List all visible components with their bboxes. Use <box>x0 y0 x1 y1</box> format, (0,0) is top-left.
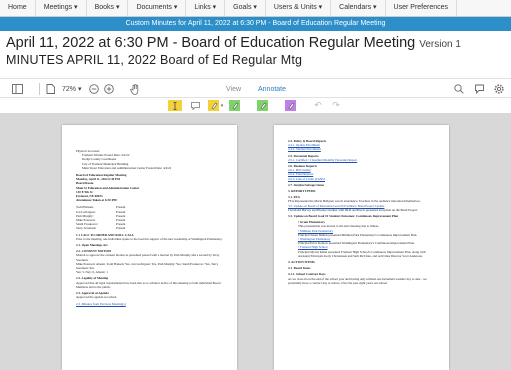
toolbar-divider <box>39 83 40 95</box>
page-fit-icon[interactable] <box>46 82 55 96</box>
consent-tally: Yes: 5, Nay: 0, Absent: 1 <box>76 270 108 275</box>
highlight-yellow-icon[interactable] <box>208 100 219 111</box>
version-label: Version 1 <box>419 39 461 50</box>
fremont-hs-text: Principal Myron Mann presented Fremont H… <box>298 249 426 258</box>
attendee-name: Terry Sorensen: <box>76 226 97 231</box>
nav-item[interactable]: Links ▾ <box>186 0 226 16</box>
call-to-order-text: Prior to the meeting, one individual spo… <box>76 236 223 241</box>
zoom-value: 72% <box>62 85 77 93</box>
nav-item[interactable]: User Preferences <box>386 0 458 16</box>
document-viewer[interactable]: Physical Location: Fremont Tribune Poste… <box>0 113 511 370</box>
title-text: April 11, 2022 at 6:30 PM - Board of Edu… <box>6 35 416 51</box>
header-line: Attendance Taken at 6:30 PM: <box>76 198 118 203</box>
viewer-toolbar: 72% ▾ View Annotate <box>0 78 511 98</box>
sidebar-toggle-icon[interactable] <box>12 82 23 96</box>
comment-icon[interactable] <box>474 82 485 96</box>
settings-gear-icon[interactable] <box>494 82 504 96</box>
undo-icon[interactable]: ↶ <box>313 100 323 111</box>
tab-annotate[interactable]: Annotate <box>258 82 286 96</box>
redo-icon[interactable]: ↷ <box>331 100 341 111</box>
nav-item[interactable]: Home <box>0 0 36 16</box>
meeting-header: Board of Education Regular Meeting Monday… <box>76 173 223 202</box>
fremont-hs-label: Fremont High School <box>299 245 328 250</box>
attendance-row: Terry Sorensen: Present <box>76 226 223 230</box>
pen-purple-icon[interactable] <box>285 100 296 111</box>
surplus-items: 2.7. Surplus/Salvage Items <box>288 182 324 187</box>
page-title: April 11, 2022 at 6:30 PM - Board of Edu… <box>0 31 511 51</box>
board-items: 4.1. Board Items <box>288 266 311 271</box>
tab-view[interactable]: View <box>226 82 241 96</box>
consent-vote: Mike Peterson: Absent, Todd Hansen: Yes,… <box>76 261 219 271</box>
text-select-icon[interactable] <box>168 100 182 111</box>
consent-text: Motion to approve the consent motion as … <box>76 253 220 262</box>
contract-days-text: As we close in on the end of the school … <box>288 276 427 285</box>
nav-item[interactable]: Calendars ▾ <box>331 0 386 16</box>
report-items: 3. REPORT ITEMS <box>288 189 316 194</box>
zoom-select[interactable]: 72% ▾ <box>62 82 81 96</box>
section-open-meetings: 2.1. Open Meetings Act <box>76 243 108 248</box>
nav-item[interactable]: Goals ▾ <box>225 0 266 16</box>
search-icon[interactable] <box>454 82 464 96</box>
pen-green-icon[interactable] <box>257 100 268 111</box>
annotation-toolbar: ▾ ↶ ↷ <box>0 98 511 112</box>
nav-item[interactable]: Documents ▾ <box>128 0 187 16</box>
minutes-subtitle: MINUTES APRIL 11, 2022 Board of Ed Regul… <box>6 53 303 67</box>
personnel-report-link[interactable]: 2.5.1. Certified / Classified Monthly Pe… <box>288 158 435 162</box>
minutes-link[interactable]: 2.3. Minutes from Previous Meeting(s) <box>76 302 223 306</box>
action-items: 4. ACTION ITEMS <box>288 260 315 265</box>
nav-item[interactable]: Users & Units ▾ <box>266 0 332 16</box>
legality-text: Approved that all legal requirements hav… <box>76 280 221 289</box>
pan-hand-icon[interactable] <box>130 82 140 96</box>
location-item: Main Street Education and Administration… <box>82 165 172 170</box>
line-of-credit-link[interactable]: 2.6.3. Line of Credit (TANS) <box>288 177 435 181</box>
outcomes-heading: 3.3. Update on Board Goal #1 Student Out… <box>288 214 399 219</box>
chevron-down-icon[interactable]: ▾ <box>219 100 225 111</box>
note-icon[interactable] <box>188 100 202 111</box>
location-list: Fremont Tribune Posted Date: 4/2/22 Dodge… <box>76 153 223 170</box>
bond-update-text: Cleveland Harvey and Hoener Lindner with… <box>288 207 419 212</box>
zoom-out-icon[interactable] <box>89 82 99 96</box>
meeting-banner: Custom Minutes for April 11, 2022 at 6:3… <box>0 17 511 31</box>
attendee-status: Present <box>116 226 126 231</box>
highlight-green-icon[interactable] <box>229 100 240 111</box>
nav-item[interactable]: Meetings ▾ <box>36 0 87 16</box>
document-page-left: Physical Location: Fremont Tribune Poste… <box>62 125 237 370</box>
top-navbar: Home Meetings ▾ Books ▾ Documents ▾ Links ▾ G… <box>0 0 511 17</box>
document-page-right: 2.4. Policy & Board Reports 2.4.1. Optio… <box>274 125 449 370</box>
agenda-text: Approved the agenda as recited. <box>76 295 117 300</box>
nav-item[interactable]: Books ▾ <box>87 0 129 16</box>
student-enrollment-link[interactable]: 2.4.2. Student Enrollment <box>288 147 435 151</box>
zoom-in-icon[interactable] <box>104 82 114 96</box>
attendance-list: Todd Hansen: Present Jon Ludvigsen: Present… <box>76 205 223 230</box>
